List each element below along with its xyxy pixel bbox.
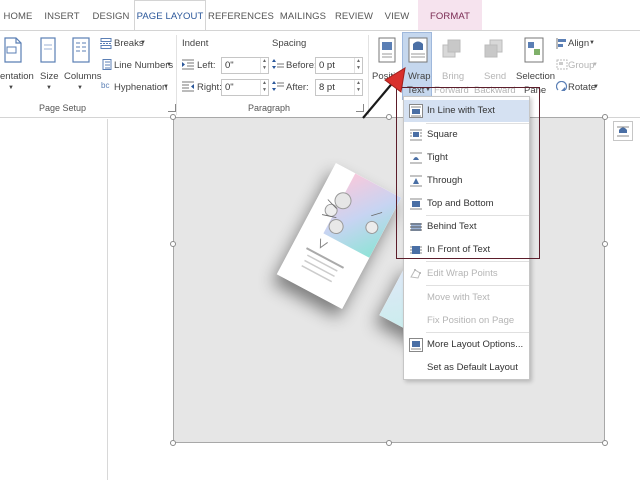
hyphenation-button[interactable]: Hyphenation <box>114 82 167 93</box>
line-numbers-button[interactable]: Line Numbers <box>114 60 173 71</box>
columns-label[interactable]: Columns <box>64 71 102 82</box>
annotation-highlight-box <box>396 87 540 259</box>
page-setup-launcher-icon[interactable] <box>168 104 176 112</box>
navigation-margin <box>0 119 108 480</box>
resize-handle[interactable] <box>386 440 392 446</box>
resize-handle[interactable] <box>602 440 608 446</box>
indent-left-icon <box>182 59 194 70</box>
spacing-before-label: Before: <box>286 60 317 71</box>
hyphenation-icon: bc <box>101 81 110 90</box>
resize-handle[interactable] <box>602 241 608 247</box>
menu-item-set-as-default-layout[interactable]: Set as Default Layout <box>404 357 529 379</box>
indent-label: Indent <box>182 38 209 49</box>
spacing-after-value: 8 pt <box>319 82 335 93</box>
menu-item-fix-position-on-page: Fix Position on Page <box>404 310 529 332</box>
line-numbers-chevron-down-icon[interactable]: ▼ <box>166 62 172 68</box>
indent-left-label: Left: <box>197 60 216 71</box>
align-icon <box>556 38 566 49</box>
send-backward-icon <box>484 39 503 58</box>
columns-chevron-down-icon[interactable]: ▼ <box>77 85 83 91</box>
menu-item-edit-wrap-points: Edit Wrap Points <box>404 263 529 285</box>
size-icon[interactable] <box>40 37 56 63</box>
tab-format[interactable]: FORMAT <box>418 0 482 30</box>
spacing-before-icon <box>272 59 284 69</box>
columns-icon[interactable] <box>72 37 90 63</box>
menu-separator <box>426 261 529 262</box>
menu-item-label: Move with Text <box>427 292 490 303</box>
align-chevron-down-icon[interactable]: ▼ <box>589 40 595 46</box>
annotation-arrow-icon <box>362 67 406 119</box>
align-button[interactable]: Align <box>568 38 589 49</box>
indent-left-value: 0" <box>225 60 234 71</box>
group-chevron-down-icon: ▼ <box>592 62 598 68</box>
bring-forward-label: Bring <box>442 71 465 82</box>
indent-right-value: 0" <box>225 82 234 93</box>
indent-right-label: Right: <box>197 82 222 93</box>
wrap-text-icon <box>408 37 428 63</box>
indent-left-input[interactable]: 0" ▲ ▼ <box>221 57 269 74</box>
rotate-button[interactable]: Rotate <box>568 82 596 93</box>
spacing-after-icon <box>272 81 284 91</box>
image-canvas[interactable] <box>173 117 605 443</box>
hyphenation-chevron-down-icon[interactable]: ▼ <box>163 84 169 90</box>
indent-right-input[interactable]: 0" ▲ ▼ <box>221 79 269 96</box>
position-icon[interactable] <box>378 37 396 63</box>
tab-review[interactable]: REVIEW <box>332 0 376 30</box>
ribbon: entation ▼ Size ▼ Columns ▼ Breaks ▼ Lin… <box>0 30 640 118</box>
breaks-icon <box>100 38 112 49</box>
resize-handle[interactable] <box>602 114 608 120</box>
selection-pane-label[interactable]: Selection <box>516 71 555 82</box>
tab-mailings[interactable]: MAILINGS <box>276 0 330 30</box>
rotate-chevron-down-icon[interactable]: ▼ <box>593 84 599 90</box>
tab-page-layout[interactable]: PAGE LAYOUT <box>134 0 206 31</box>
menu-separator <box>426 285 529 286</box>
edit-wrap-points-icon <box>410 269 421 279</box>
tab-references[interactable]: REFERENCES <box>208 0 274 30</box>
group-icon <box>556 59 568 70</box>
business-card-image[interactable] <box>276 163 402 309</box>
tab-home[interactable]: HOME <box>0 0 36 30</box>
group-separator <box>176 35 177 115</box>
tab-insert[interactable]: INSERT <box>38 0 86 30</box>
menu-item-more-layout-options[interactable]: More Layout Options... <box>404 334 529 356</box>
tab-design[interactable]: DESIGN <box>88 0 134 30</box>
spacing-before-value: 0 pt <box>319 60 335 71</box>
paragraph-group-label: Paragraph <box>248 103 291 113</box>
group-button: Group <box>568 60 595 71</box>
menu-item-label: More Layout Options... <box>427 339 524 350</box>
rotate-icon <box>556 81 568 91</box>
menu-item-move-with-text: Move with Text <box>404 287 529 309</box>
resize-handle[interactable] <box>170 241 176 247</box>
resize-handle[interactable] <box>170 114 176 120</box>
menu-item-label: Edit Wrap Points <box>427 268 498 279</box>
line-numbers-icon <box>102 59 112 70</box>
orientation-chevron-down-icon[interactable]: ▼ <box>8 85 14 91</box>
page-setup-group-label: Page Setup <box>39 103 87 113</box>
resize-handle[interactable] <box>170 440 176 446</box>
size-label[interactable]: Size <box>40 71 58 82</box>
bring-forward-icon <box>442 39 461 58</box>
orientation-icon[interactable] <box>4 37 22 63</box>
size-chevron-down-icon[interactable]: ▼ <box>46 85 52 91</box>
spacing-after-label: After: <box>286 82 309 93</box>
menu-item-label: Set as Default Layout <box>427 362 518 373</box>
indent-right-icon <box>182 81 194 92</box>
spacing-label: Spacing <box>272 38 307 49</box>
send-backward-label: Send <box>484 71 507 82</box>
selection-pane-icon[interactable] <box>524 37 544 63</box>
layout-options-button[interactable] <box>613 121 633 141</box>
ribbon-tab-bar: HOME INSERT DESIGN PAGE LAYOUT REFERENCE… <box>0 0 640 31</box>
layout-options-icon <box>617 126 629 137</box>
orientation-label[interactable]: entation <box>0 71 34 82</box>
menu-separator <box>426 332 529 333</box>
floral-card-artwork <box>276 163 402 309</box>
menu-item-label: Fix Position on Page <box>427 315 515 326</box>
layout-options-icon <box>409 338 423 352</box>
tab-view[interactable]: VIEW <box>378 0 416 30</box>
breaks-chevron-down-icon[interactable]: ▼ <box>140 40 146 46</box>
